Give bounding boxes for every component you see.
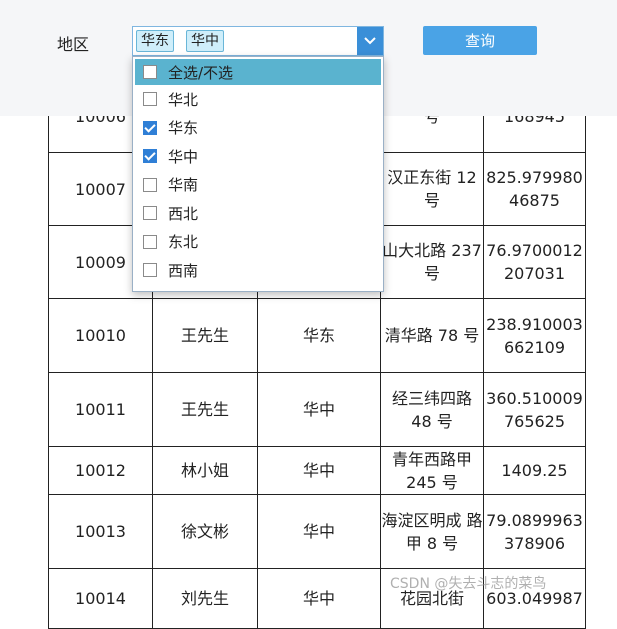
region-option[interactable]: 西北 [133, 199, 383, 228]
cell-name: 王先生 [152, 372, 258, 447]
option-label: 华中 [168, 147, 199, 166]
watermark: CSDN @失去斗志的菜鸟 [390, 576, 547, 592]
cell-id: 10013 [48, 494, 153, 569]
table-row: 10013 徐文彬 华中 海淀区明成 路甲 8 号 79.0899963 378906 [48, 494, 586, 569]
cell-amount: 79.0899963 378906 [483, 494, 586, 569]
checkbox[interactable] [143, 65, 157, 79]
checkbox[interactable] [143, 263, 157, 278]
cell-id: 10010 [48, 298, 153, 373]
option-label: 西南 [168, 261, 199, 280]
cell-address: 汉正东街 12 号 [380, 152, 484, 226]
region-label: 地区 [57, 35, 90, 54]
region-option[interactable]: 华中 [133, 142, 383, 171]
cell-region: 华中 [257, 568, 381, 629]
region-option[interactable]: 华南 [133, 171, 383, 200]
cell-region: 华中 [257, 372, 381, 447]
cell-id: 10012 [48, 446, 153, 495]
cell-address: 山大北路 237 号 [380, 225, 484, 299]
checkbox[interactable] [143, 177, 157, 192]
cell-address: 青年西路甲 245 号 [380, 446, 484, 495]
cell-id: 10011 [48, 372, 153, 447]
table-row: 10012 林小姐 华中 青年西路甲 245 号 1409.25 [48, 446, 586, 495]
query-button[interactable]: 查询 [423, 26, 537, 55]
checkbox[interactable] [143, 92, 157, 107]
cell-amount: 1409.25 [483, 446, 586, 495]
cell-name: 徐文彬 [152, 494, 258, 569]
option-label: 全选/不选 [168, 63, 234, 82]
cell-address: 清华路 78 号 [380, 298, 484, 373]
region-option[interactable]: 华北 [133, 85, 383, 114]
cell-region: 华东 [257, 298, 381, 373]
checkbox[interactable] [143, 234, 157, 249]
checkbox[interactable] [143, 120, 157, 135]
cell-amount: 238.910003 662109 [483, 298, 586, 373]
selected-tag: 华中 [186, 30, 224, 52]
option-label: 华北 [168, 90, 199, 109]
region-option[interactable]: 华东 [133, 114, 383, 143]
checkbox[interactable] [143, 149, 157, 164]
region-option[interactable]: 西南 [133, 256, 383, 285]
option-label: 西北 [168, 204, 199, 223]
cell-id: 10014 [48, 568, 153, 629]
cell-amount: 360.510009 765625 [483, 372, 586, 447]
option-label: 华东 [168, 119, 199, 138]
cell-amount: 825.979980 46875 [483, 152, 586, 226]
option-label: 华南 [168, 176, 199, 195]
region-option[interactable]: 东北 [133, 228, 383, 257]
table-row: 10010 王先生 华东 清华路 78 号 238.910003 662109 [48, 298, 586, 373]
dropdown-toggle-button[interactable] [357, 27, 383, 55]
cell-name: 刘先生 [152, 568, 258, 629]
cell-region: 华中 [257, 494, 381, 569]
cell-address: 经三纬四路 48 号 [380, 372, 484, 447]
table-row: 10011 王先生 华中 经三纬四路 48 号 360.510009 765625 [48, 372, 586, 447]
cell-region: 华中 [257, 446, 381, 495]
region-multiselect[interactable]: 华东 华中 [132, 26, 384, 56]
cell-name: 林小姐 [152, 446, 258, 495]
select-all-option[interactable]: 全选/不选 [135, 59, 381, 85]
chevron-down-icon [364, 37, 376, 45]
cell-amount: 76.9700012 207031 [483, 225, 586, 299]
checkbox[interactable] [143, 206, 157, 221]
cell-address: 海淀区明成 路甲 8 号 [380, 494, 484, 569]
option-label: 东北 [168, 233, 199, 252]
selected-tag: 华东 [136, 30, 174, 52]
cell-name: 王先生 [152, 298, 258, 373]
region-dropdown-list: 全选/不选华北华东华中华南西北东北西南 [132, 56, 384, 292]
